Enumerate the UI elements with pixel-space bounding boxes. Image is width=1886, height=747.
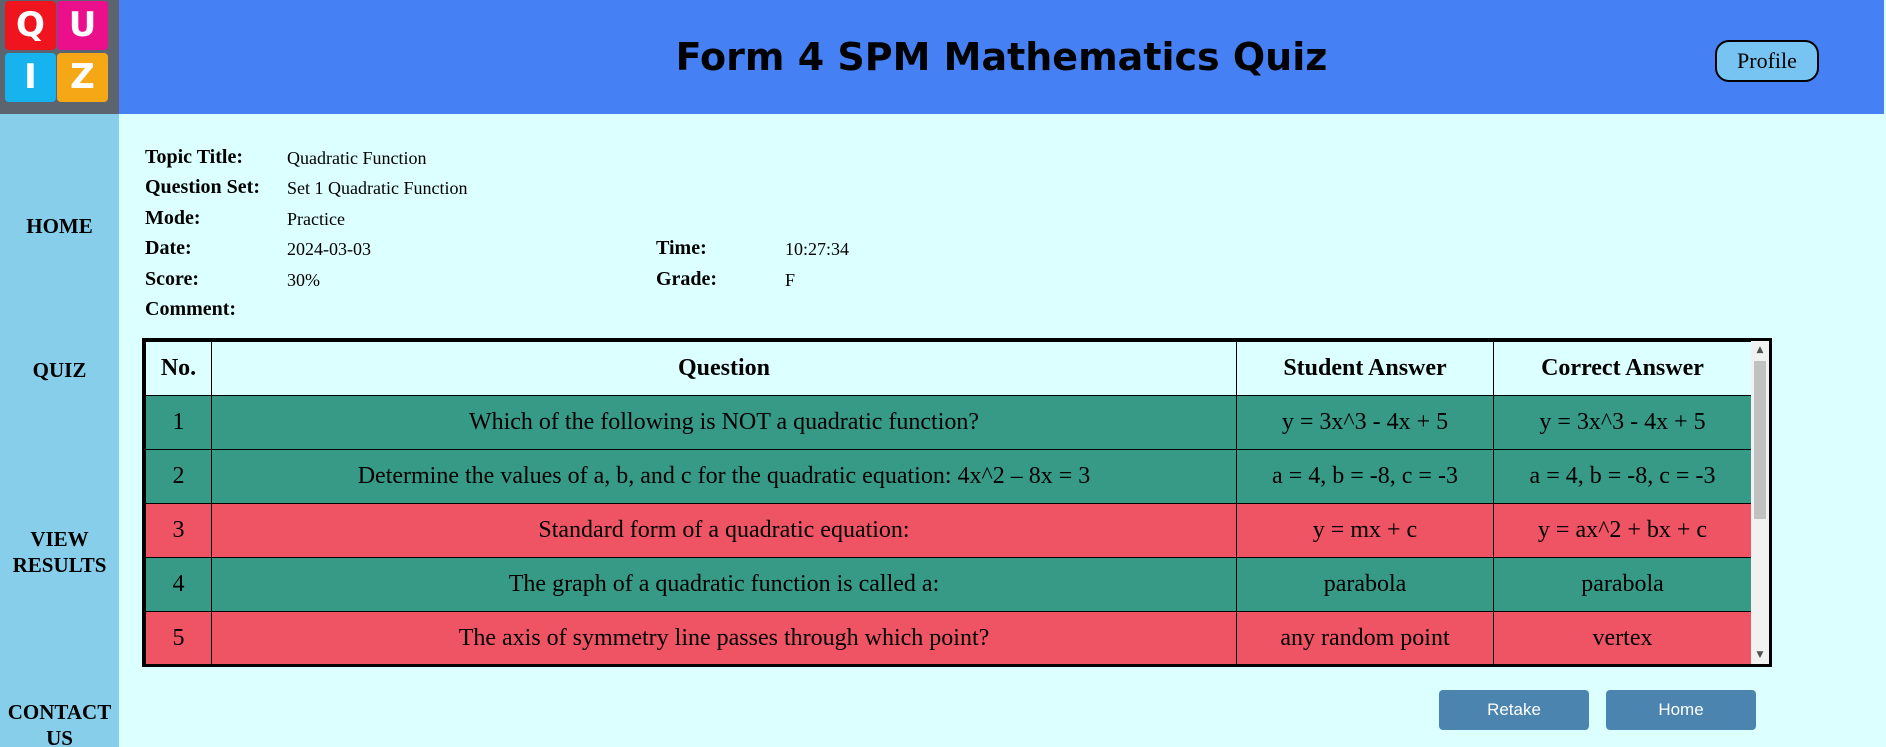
- column-header-no: No.: [145, 341, 212, 396]
- column-header-correct-answer: Correct Answer: [1493, 341, 1752, 396]
- table-row: 4 The graph of a quadratic function is c…: [145, 557, 1752, 612]
- cell-no: 4: [145, 557, 212, 612]
- sidebar-item-label: VIEW RESULTS: [12, 527, 107, 577]
- cell-question: Standard form of a quadratic equation:: [211, 503, 1237, 558]
- scroll-up-arrow-icon[interactable]: ▲: [1751, 341, 1769, 359]
- cell-correct-answer: y = 3x^3 - 4x + 5: [1493, 395, 1752, 450]
- comment-label: Comment:: [145, 298, 237, 320]
- cell-no: 5: [145, 611, 212, 664]
- scroll-down-arrow-icon[interactable]: ▼: [1751, 646, 1769, 664]
- column-header-question: Question: [211, 341, 1237, 396]
- quiz-logo[interactable]: Q U I Z: [0, 0, 119, 114]
- table-scrollbar[interactable]: ▲ ▼: [1751, 341, 1769, 664]
- logo-tile-q: Q: [5, 1, 56, 50]
- cell-correct-answer: vertex: [1493, 611, 1752, 664]
- sidebar-item-label: QUIZ: [32, 358, 87, 382]
- logo-tile-i: I: [5, 53, 56, 102]
- table-row: 1 Which of the following is NOT a quadra…: [145, 395, 1752, 450]
- profile-button[interactable]: Profile: [1715, 40, 1819, 82]
- cell-correct-answer: a = 4, b = -8, c = -3: [1493, 449, 1752, 504]
- results-table-container[interactable]: No. Question Student Answer Correct Answ…: [142, 338, 1772, 667]
- home-button[interactable]: Home: [1606, 690, 1756, 730]
- table-header-row: No. Question Student Answer Correct Answ…: [145, 341, 1752, 396]
- cell-student-answer: y = 3x^3 - 4x + 5: [1236, 395, 1494, 450]
- score-label: Score:: [145, 268, 200, 290]
- time-label: Time:: [656, 237, 707, 259]
- date-value: 2024-03-03: [287, 239, 371, 259]
- score-value: 30%: [287, 270, 320, 290]
- cell-question: Determine the values of a, b, and c for …: [211, 449, 1237, 504]
- topic-title-value: Quadratic Function: [287, 148, 427, 168]
- cell-student-answer: any random point: [1236, 611, 1494, 664]
- sidebar-item-quiz[interactable]: QUIZ: [0, 357, 119, 383]
- header-bar: Q U I Z Form 4 SPM Mathematics Quiz Prof…: [0, 0, 1884, 114]
- cell-student-answer: y = mx + c: [1236, 503, 1494, 558]
- time-value: 10:27:34: [785, 239, 850, 259]
- topic-title-label: Topic Title:: [145, 146, 243, 168]
- cell-correct-answer: y = ax^2 + bx + c: [1493, 503, 1752, 558]
- sidebar-item-view-results[interactable]: VIEW RESULTS: [0, 500, 119, 578]
- date-label: Date:: [145, 237, 192, 259]
- logo-tile-u: U: [57, 1, 108, 50]
- cell-question: The graph of a quadratic function is cal…: [211, 557, 1237, 612]
- scrollbar-thumb[interactable]: [1754, 361, 1766, 519]
- question-set-label: Question Set:: [145, 176, 260, 198]
- question-set-value: Set 1 Quadratic Function: [287, 178, 468, 198]
- mode-label: Mode:: [145, 207, 201, 229]
- cell-correct-answer: parabola: [1493, 557, 1752, 612]
- table-row: 2 Determine the values of a, b, and c fo…: [145, 449, 1752, 504]
- sidebar-item-label: HOME: [26, 214, 93, 238]
- cell-question: The axis of symmetry line passes through…: [211, 611, 1237, 664]
- cell-no: 2: [145, 449, 212, 504]
- retake-button[interactable]: Retake: [1439, 690, 1589, 730]
- sidebar-item-label: CONTACT US: [7, 700, 112, 747]
- grade-value: F: [785, 270, 796, 290]
- cell-student-answer: a = 4, b = -8, c = -3: [1236, 449, 1494, 504]
- cell-no: 3: [145, 503, 212, 558]
- results-table: No. Question Student Answer Correct Answ…: [145, 341, 1752, 664]
- cell-student-answer: parabola: [1236, 557, 1494, 612]
- page-title: Form 4 SPM Mathematics Quiz: [675, 35, 1328, 79]
- column-header-student-answer: Student Answer: [1236, 341, 1494, 396]
- cell-no: 1: [145, 395, 212, 450]
- cell-question: Which of the following is NOT a quadrati…: [211, 395, 1237, 450]
- sidebar-item-home[interactable]: HOME: [0, 213, 119, 239]
- logo-tile-z: Z: [57, 53, 108, 102]
- grade-label: Grade:: [656, 268, 718, 290]
- table-row: 5 The axis of symmetry line passes throu…: [145, 611, 1752, 664]
- table-row: 3 Standard form of a quadratic equation:…: [145, 503, 1752, 558]
- sidebar: HOME QUIZ VIEW RESULTS CONTACT US: [0, 114, 119, 747]
- sidebar-item-contact-us[interactable]: CONTACT US: [0, 673, 119, 747]
- mode-value: Practice: [287, 209, 345, 229]
